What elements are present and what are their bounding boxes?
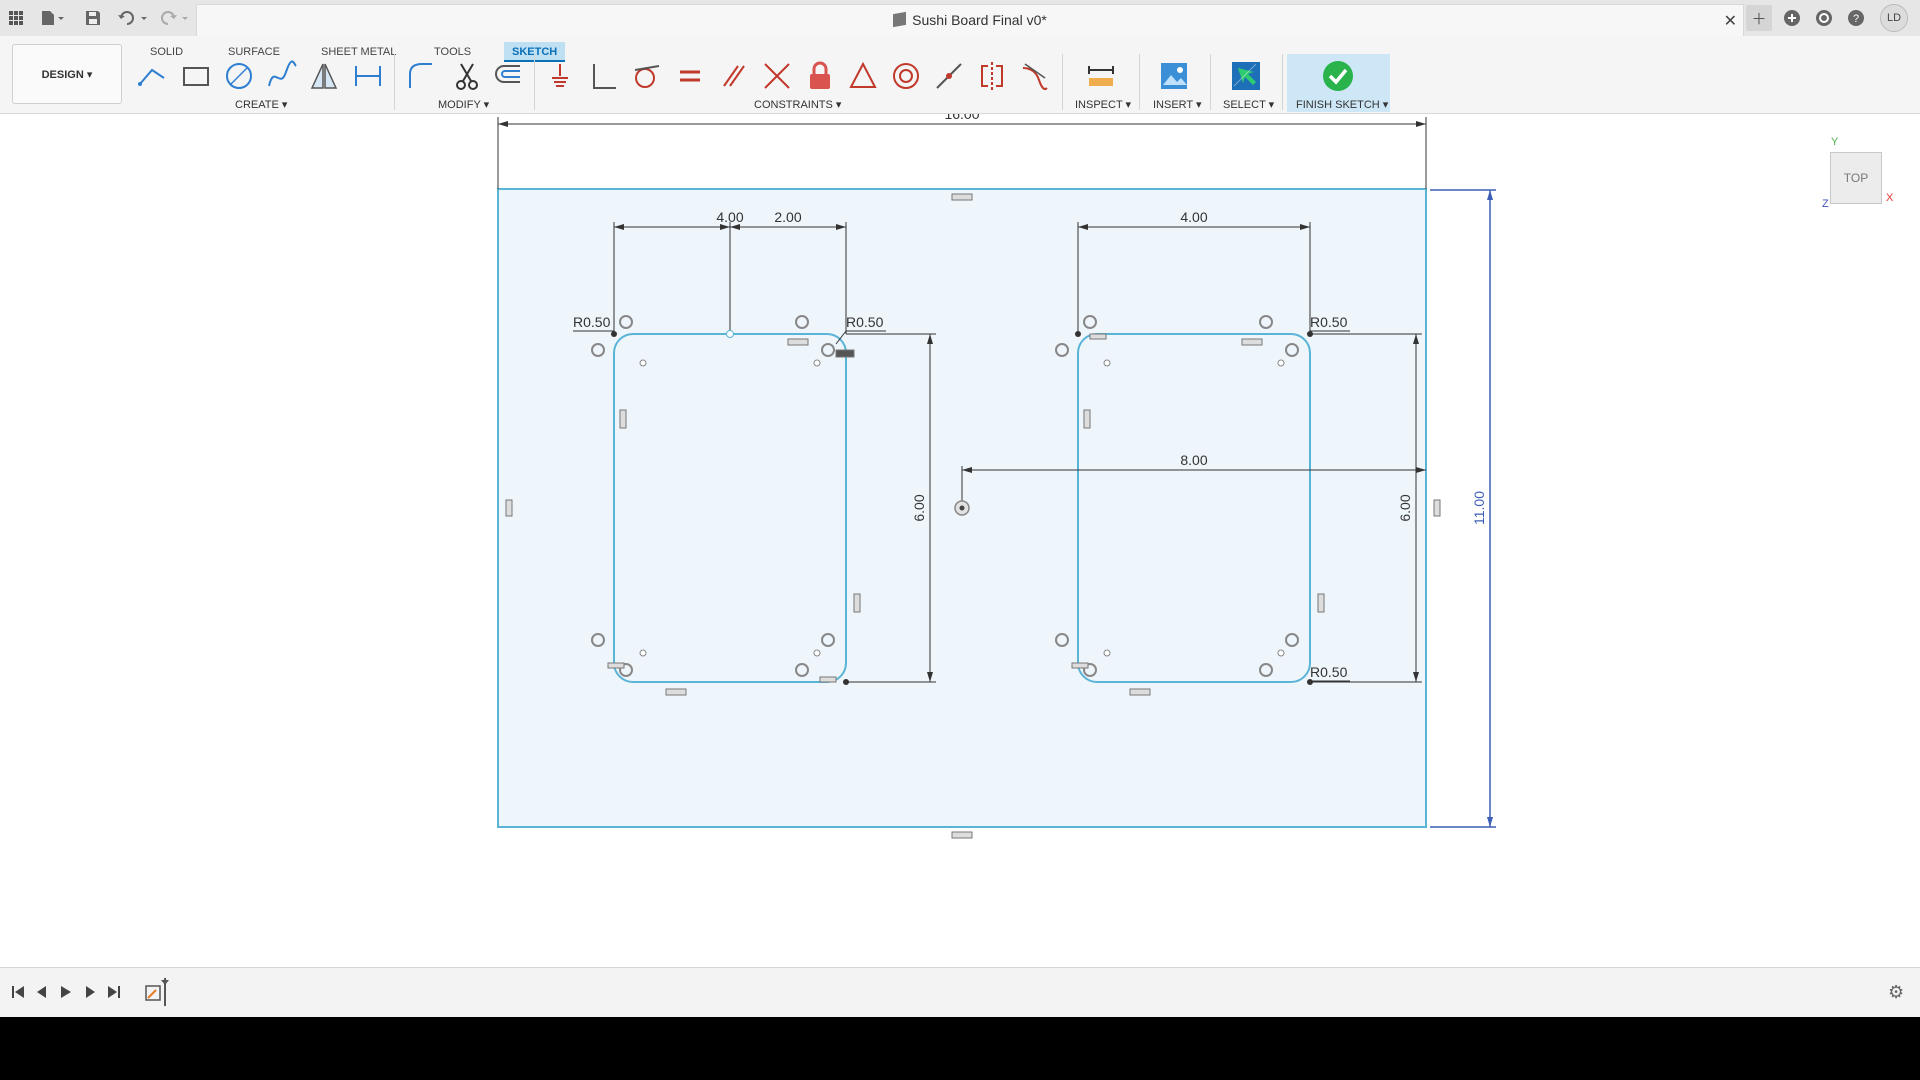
undo-icon[interactable] xyxy=(116,4,152,32)
fix-lock-icon[interactable] xyxy=(802,58,838,94)
insert-image-icon[interactable] xyxy=(1156,58,1192,94)
curvature-constraint-icon[interactable] xyxy=(1017,58,1053,94)
mirror-tool-icon[interactable] xyxy=(306,58,342,94)
app-grid-icon[interactable] xyxy=(6,4,26,32)
file-menu-icon[interactable] xyxy=(38,4,68,32)
radius-text: R0.50 xyxy=(1310,314,1348,330)
inspect-group-label[interactable]: INSPECT ▾ xyxy=(1075,98,1131,111)
workspace-switcher-button[interactable]: DESIGN ▾ xyxy=(12,44,122,104)
ribbon-toolbar: DESIGN ▾ SOLID SURFACE SHEET METAL TOOLS… xyxy=(0,36,1920,114)
corner-point[interactable] xyxy=(611,331,617,337)
corner-point[interactable] xyxy=(843,679,849,685)
insert-group-label[interactable]: INSERT ▾ xyxy=(1153,98,1202,111)
coincident-constraint-icon[interactable] xyxy=(542,58,578,94)
timeline-settings-gear-icon[interactable]: ⚙ xyxy=(1888,982,1904,1003)
radius-text: R0.50 xyxy=(846,314,884,330)
offset-tool-icon[interactable] xyxy=(490,58,526,94)
toolbar-separator xyxy=(1062,54,1063,110)
constraints-group-label[interactable]: CONSTRAINTS ▾ xyxy=(754,98,841,111)
corner-point[interactable] xyxy=(1307,331,1313,337)
left-offset-text: 2.00 xyxy=(774,209,801,225)
viewcube[interactable]: TOP xyxy=(1830,152,1882,204)
toolbar-separator xyxy=(534,54,535,110)
sketch-drawing[interactable]: 16.00 11.00 4.00 2.00 4.00 8.00 6.00 6.0… xyxy=(0,114,1920,967)
create-group-label[interactable]: CREATE ▾ xyxy=(235,98,287,111)
component-cube-icon xyxy=(893,11,907,28)
measure-tool-icon[interactable] xyxy=(1083,58,1119,94)
timeline-play-icon[interactable] xyxy=(56,982,76,1002)
timeline-sketch-feature-icon[interactable] xyxy=(144,978,170,1006)
line-tool-icon[interactable] xyxy=(134,58,170,94)
new-tab-plus-icon[interactable]: ＋ xyxy=(1746,5,1772,31)
parallel-constraint-icon[interactable] xyxy=(716,58,752,94)
symmetry-constraint-icon[interactable] xyxy=(974,58,1010,94)
radius-text: R0.50 xyxy=(573,314,611,330)
left-height-text: 6.00 xyxy=(911,494,927,521)
job-status-icon[interactable] xyxy=(1812,6,1836,30)
viewcube-y-axis: Y xyxy=(1831,136,1839,148)
document-title: Sushi Board Final v0* xyxy=(197,11,1743,28)
select-group-label[interactable]: SELECT ▾ xyxy=(1223,98,1274,111)
fusion-window: Sushi Board Final v0* ✕ ＋ ? LD DESIGN ▾ … xyxy=(0,0,1920,1017)
overall-width-text: 16.00 xyxy=(944,114,979,122)
rectangle-tool-icon[interactable] xyxy=(178,58,214,94)
center-point-dot xyxy=(959,505,965,511)
finish-sketch-label[interactable]: FINISH SKETCH ▾ xyxy=(1296,98,1388,111)
user-avatar[interactable]: LD xyxy=(1880,4,1908,32)
dimension-tool-icon[interactable] xyxy=(350,58,386,94)
finish-checkmark-icon[interactable] xyxy=(1320,58,1356,94)
viewcube-z-axis: Z xyxy=(1822,198,1829,210)
spline-tool-icon[interactable] xyxy=(264,58,300,94)
corner-point[interactable] xyxy=(1307,679,1313,685)
toolbar-separator xyxy=(1282,54,1283,110)
select-cursor-icon[interactable] xyxy=(1228,58,1264,94)
help-icon[interactable]: ? xyxy=(1844,6,1868,30)
right-pocket-outline[interactable] xyxy=(1077,333,1311,683)
viewcube-x-axis: X xyxy=(1886,192,1894,204)
overall-height-text: 11.00 xyxy=(1471,491,1487,525)
timeline-prev-icon[interactable] xyxy=(32,982,52,1002)
equal-constraint-icon[interactable] xyxy=(672,58,708,94)
timeline-bar: ⚙ xyxy=(0,967,1920,1017)
overall-width-dimension[interactable]: 16.00 xyxy=(497,114,1427,189)
left-width-text: 4.00 xyxy=(716,209,743,225)
timeline-first-icon[interactable] xyxy=(8,982,28,1002)
timeline-last-icon[interactable] xyxy=(104,982,124,1002)
close-tab-icon[interactable]: ✕ xyxy=(1724,11,1737,31)
toolbar-separator xyxy=(1210,54,1211,110)
collinear-constraint-icon[interactable] xyxy=(759,58,795,94)
midpoint-triangle-icon[interactable] xyxy=(845,58,881,94)
sketch-canvas[interactable]: 16.00 11.00 4.00 2.00 4.00 8.00 6.00 6.0… xyxy=(0,114,1920,967)
corner-point[interactable] xyxy=(1075,331,1081,337)
midpoint[interactable] xyxy=(726,330,734,338)
document-tab[interactable]: Sushi Board Final v0* ✕ xyxy=(196,4,1744,36)
fillet-tool-icon[interactable] xyxy=(402,58,438,94)
svg-text:?: ? xyxy=(1853,13,1859,25)
circle-tool-icon[interactable] xyxy=(221,58,257,94)
right-width-text: 4.00 xyxy=(1180,209,1207,225)
redo-icon[interactable] xyxy=(158,4,192,32)
right-height-text: 6.00 xyxy=(1397,494,1413,521)
toolbar-separator xyxy=(394,54,395,110)
save-icon[interactable] xyxy=(82,4,104,32)
radius-text: R0.50 xyxy=(1310,664,1348,680)
timeline-next-icon[interactable] xyxy=(80,982,100,1002)
extensions-icon[interactable] xyxy=(1780,6,1804,30)
tangent-constraint-icon[interactable] xyxy=(629,58,665,94)
title-bar: Sushi Board Final v0* ✕ ＋ ? LD xyxy=(0,0,1920,36)
modify-group-label[interactable]: MODIFY ▾ xyxy=(438,98,489,111)
spacing-text: 8.00 xyxy=(1180,452,1207,468)
left-pocket-outline[interactable] xyxy=(613,333,847,683)
concentric-constraint-icon[interactable] xyxy=(888,58,924,94)
perpendicular-constraint-icon[interactable] xyxy=(586,58,622,94)
trim-scissors-icon[interactable] xyxy=(449,58,485,94)
toolbar-separator xyxy=(1139,54,1140,110)
coincident-point-icon[interactable] xyxy=(931,58,967,94)
